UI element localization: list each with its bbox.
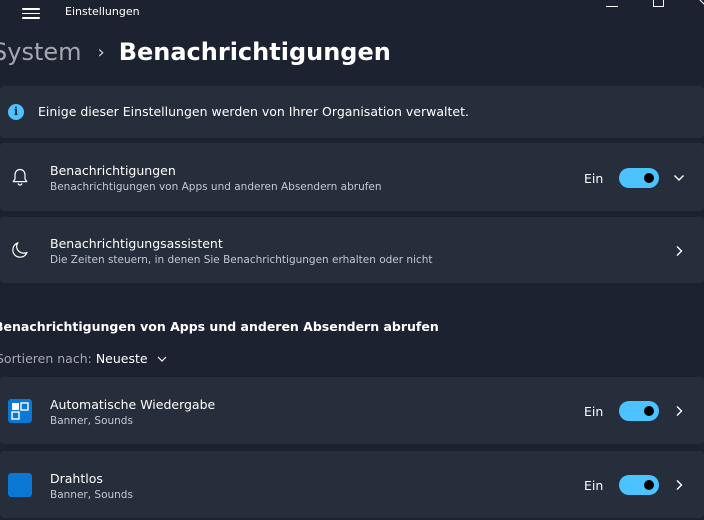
sort-control[interactable]: Sortieren nach: Neueste (0, 351, 168, 366)
app-detail: Banner, Sounds (50, 415, 133, 427)
page-title: Benachrichtigungen (118, 38, 391, 66)
app-toggle-label: Ein (584, 404, 604, 419)
breadcrumb-separator: › (97, 41, 105, 63)
toggle-knob (644, 480, 654, 490)
app-row-wireless[interactable]: Drahtlos Banner, Sounds Ein (0, 451, 704, 518)
notification-assistant-setting[interactable]: Benachrichtigungsassistent Die Zeiten st… (0, 217, 704, 283)
wireless-toggle[interactable] (619, 475, 659, 495)
bell-icon (12, 168, 28, 186)
title-bar: Einstellungen (0, 0, 704, 26)
breadcrumb-parent-system[interactable]: System (0, 38, 82, 66)
chevron-down-icon[interactable] (672, 171, 686, 185)
moon-icon (12, 242, 28, 258)
minimize-button[interactable] (606, 0, 618, 7)
notifications-title: Benachrichtigungen (50, 163, 176, 178)
app-detail: Banner, Sounds (50, 489, 133, 501)
chevron-right-icon[interactable] (672, 404, 686, 418)
notification-assistant-subtitle: Die Zeiten steuern, in denen Sie Benachr… (50, 254, 433, 266)
sort-label: Sortieren nach: (0, 351, 92, 366)
notifications-toggle[interactable] (619, 168, 659, 188)
notification-assistant-title: Benachrichtigungsassistent (50, 236, 223, 251)
app-row-autoplay[interactable]: Automatische Wiedergabe Banner, Sounds E… (0, 377, 704, 444)
maximize-button[interactable] (653, 0, 664, 7)
toggle-knob (644, 406, 654, 416)
breadcrumb: System › Benachrichtigungen (0, 34, 391, 70)
autoplay-icon (8, 399, 32, 423)
notifications-toggle-label: Ein (584, 171, 604, 186)
notifications-subtitle: Benachrichtigungen von Apps und anderen … (50, 181, 382, 193)
toggle-knob (644, 173, 654, 183)
organization-info-banner: i Einige dieser Einstellungen werden von… (0, 86, 704, 138)
notifications-setting[interactable]: Benachrichtigungen Benachrichtigungen vo… (0, 143, 704, 211)
chevron-right-icon[interactable] (672, 478, 686, 492)
sort-value[interactable]: Neueste (96, 351, 148, 366)
app-name: Automatische Wiedergabe (50, 397, 216, 412)
autoplay-toggle[interactable] (619, 401, 659, 421)
apps-section-title: Benachrichtigungen von Apps und anderen … (0, 319, 439, 334)
app-title: Einstellungen (65, 5, 140, 18)
menu-icon[interactable] (22, 5, 40, 19)
app-name: Drahtlos (50, 471, 103, 486)
wireless-icon (8, 473, 32, 497)
info-icon: i (8, 104, 24, 120)
app-toggle-label: Ein (584, 478, 604, 493)
info-text: Einige dieser Einstellungen werden von I… (38, 104, 469, 119)
chevron-down-icon[interactable] (156, 353, 168, 365)
chevron-right-icon[interactable] (672, 244, 686, 258)
close-button[interactable] (698, 0, 704, 8)
